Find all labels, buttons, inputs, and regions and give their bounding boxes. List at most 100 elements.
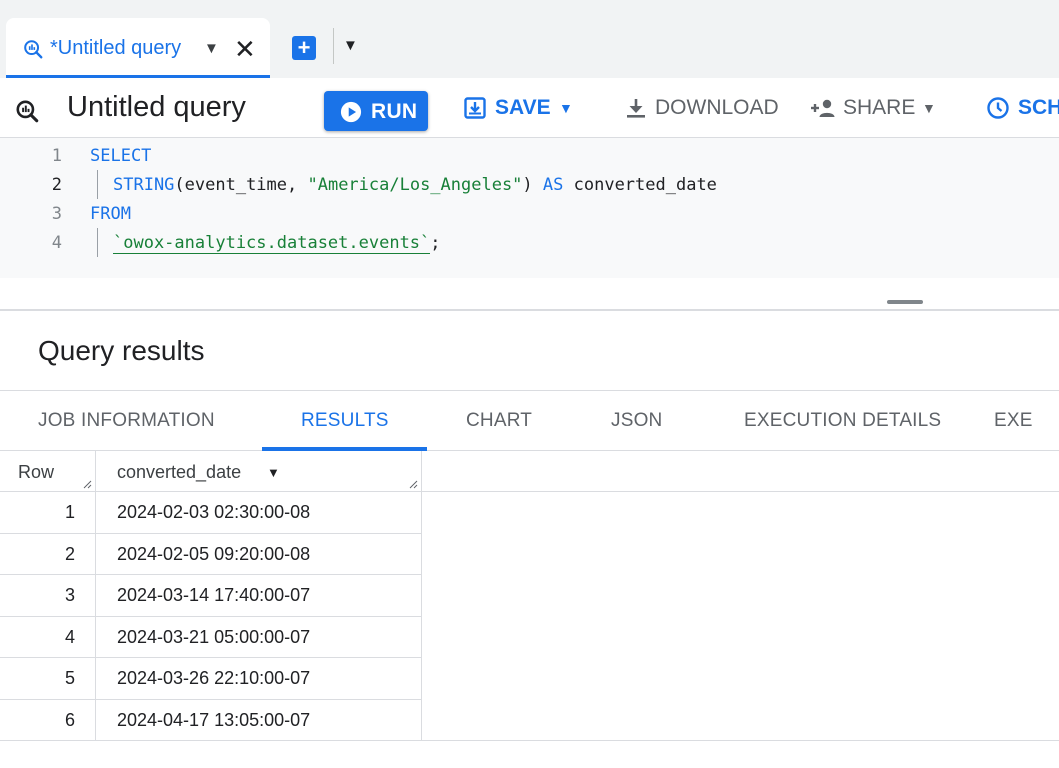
clock-icon — [987, 97, 1009, 119]
tab-execution-details[interactable]: EXECUTION DETAILS — [744, 410, 941, 432]
cell-value: 2024-03-21 05:00:00-07 — [117, 626, 311, 647]
row-number-cell: 3 — [0, 575, 96, 616]
table-row: 2 2024-02-05 09:20:00-08 — [0, 533, 422, 575]
download-icon — [627, 99, 645, 118]
save-button[interactable]: SAVE ▼ — [463, 95, 575, 125]
column-header-converted-date[interactable]: converted_date ▼ — [96, 451, 422, 492]
keyword-select: SELECT — [90, 146, 152, 166]
query-title: Untitled query — [67, 91, 246, 123]
download-label: DOWNLOAD — [655, 96, 779, 119]
table-row: 3 2024-03-14 17:40:00-07 — [0, 575, 422, 617]
function-string: STRING — [113, 175, 175, 195]
column-header-row: Row — [0, 451, 96, 492]
line-number: 3 — [51, 204, 62, 224]
tab-results[interactable]: RESULTS — [301, 410, 389, 432]
share-button[interactable]: SHARE ▼ — [810, 95, 942, 125]
query-icon — [16, 100, 39, 123]
editor-divider — [0, 309, 1059, 311]
tab-job-information[interactable]: JOB INFORMATION — [38, 410, 215, 432]
tab-title: *Untitled query — [50, 37, 182, 59]
tab-json[interactable]: JSON — [611, 410, 662, 432]
column-header-label: Row — [18, 462, 55, 482]
row-number-cell: 1 — [0, 492, 96, 533]
code-line-2: 2 STRING(event_time, "America/Los_Angele… — [0, 170, 1059, 199]
row-number: 1 — [64, 502, 75, 522]
cell-value: 2024-02-05 09:20:00-08 — [117, 543, 311, 564]
converted-date-cell[interactable]: 2024-03-26 22:10:00-07 — [96, 658, 422, 699]
column-alias: converted_date — [563, 175, 717, 195]
tab-menu-caret-icon[interactable]: ▼ — [204, 40, 219, 57]
close-tab-icon[interactable]: ✕ — [234, 32, 256, 66]
row-number: 3 — [64, 585, 75, 605]
results-table: Row converted_date ▼ 1 2024-02-03 02:30:… — [0, 451, 1059, 751]
converted-date-cell[interactable]: 2024-02-03 02:30:00-08 — [96, 492, 422, 533]
new-query-tab-button[interactable]: + — [292, 36, 316, 60]
keyword-as: AS — [542, 175, 564, 195]
cell-value: 2024-03-14 17:40:00-07 — [117, 585, 311, 605]
schedule-label: SCH — [1018, 96, 1059, 119]
tab-execution-graph[interactable]: EXE — [994, 410, 1033, 432]
query-toolbar: Untitled query RUN SAVE ▼ DOWNLOAD SHARE… — [0, 78, 1059, 138]
share-label: SHARE — [843, 96, 916, 119]
save-dropdown-icon[interactable]: ▼ — [559, 100, 573, 116]
run-label: RUN — [371, 100, 418, 123]
tabstrip-divider — [333, 28, 334, 64]
timezone-string: "America/Los_Angeles" — [307, 175, 523, 195]
table-row: 5 2024-03-26 22:10:00-07 — [0, 658, 422, 700]
table-bottom-border — [422, 740, 1059, 741]
column-resize-icon[interactable] — [409, 480, 418, 489]
indent-guide — [97, 170, 98, 199]
download-button[interactable]: DOWNLOAD — [624, 95, 779, 125]
statement-end: ; — [430, 233, 441, 253]
line-number: 4 — [51, 233, 62, 253]
column-resize-icon[interactable] — [83, 480, 92, 489]
table-row: 4 2024-03-21 05:00:00-07 — [0, 616, 422, 658]
column-header-label: converted_date — [117, 462, 242, 482]
query-tab-strip: *Untitled query ▼ ✕ + ▼ — [0, 0, 1059, 78]
code-line-3: 3 FROM — [0, 199, 1059, 228]
function-args: (event_time, — [174, 175, 308, 195]
row-number-cell: 5 — [0, 658, 96, 699]
query-tab[interactable]: *Untitled query ▼ ✕ — [6, 18, 270, 78]
keyword-from: FROM — [90, 204, 131, 224]
row-number: 4 — [64, 626, 75, 647]
results-title: Query results — [38, 335, 205, 366]
cell-value: 2024-03-26 22:10:00-07 — [117, 668, 311, 688]
tab-chart[interactable]: CHART — [466, 410, 532, 432]
line-number: 1 — [51, 146, 62, 166]
add-person-icon — [811, 99, 835, 117]
sql-editor[interactable]: 1 SELECT 2 STRING(event_time, "America/L… — [0, 138, 1059, 311]
row-number-cell: 6 — [0, 699, 96, 740]
converted-date-cell[interactable]: 2024-04-17 13:05:00-07 — [96, 699, 422, 740]
line-number: 2 — [51, 175, 62, 195]
run-button[interactable]: RUN — [324, 91, 428, 131]
cell-value: 2024-02-03 02:30:00-08 — [117, 502, 311, 522]
table-reference[interactable]: `owox-analytics.dataset.events` — [113, 233, 431, 254]
converted-date-cell[interactable]: 2024-03-14 17:40:00-07 — [96, 575, 422, 616]
results-tab-bar: JOB INFORMATION RESULTS CHART JSON EXECU… — [0, 390, 1059, 451]
table-row: 1 2024-02-03 02:30:00-08 — [0, 492, 422, 534]
code-line-1: 1 SELECT — [0, 141, 1059, 170]
query-icon — [24, 40, 43, 59]
row-number-cell: 2 — [0, 533, 96, 574]
function-close: ) — [522, 175, 543, 195]
save-icon — [464, 97, 486, 119]
table-header: Row converted_date ▼ — [0, 451, 1059, 492]
table-row: 6 2024-04-17 13:05:00-07 — [0, 699, 422, 741]
cell-value: 2024-04-17 13:05:00-07 — [117, 709, 311, 730]
editor-resize-handle[interactable] — [887, 300, 923, 304]
save-label: SAVE — [495, 96, 551, 119]
share-dropdown-icon[interactable]: ▼ — [922, 100, 936, 116]
converted-date-cell[interactable]: 2024-02-05 09:20:00-08 — [96, 533, 422, 574]
column-menu-caret-icon[interactable]: ▼ — [267, 465, 280, 480]
new-tab-dropdown-icon[interactable]: ▼ — [343, 37, 358, 54]
code-line-4: 4 `owox-analytics.dataset.events`; — [0, 228, 1059, 257]
row-number: 2 — [64, 543, 75, 564]
row-number-cell: 4 — [0, 616, 96, 657]
indent-guide — [97, 228, 98, 257]
converted-date-cell[interactable]: 2024-03-21 05:00:00-07 — [96, 616, 422, 657]
row-number: 5 — [64, 668, 75, 688]
row-number: 6 — [64, 709, 75, 730]
schedule-button[interactable]: SCH — [986, 95, 1059, 125]
play-circle-icon — [340, 101, 362, 123]
